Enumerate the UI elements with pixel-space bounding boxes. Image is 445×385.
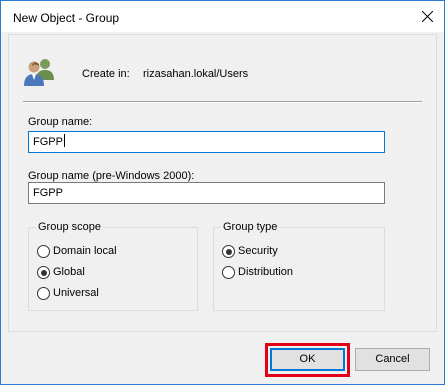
radio-button-selected[interactable] xyxy=(222,245,235,258)
create-in-path: rizasahan.lokal/Users xyxy=(143,68,249,80)
group-name-input[interactable]: FGPP xyxy=(28,131,385,153)
dialog-window: New Object - Group Create in: rizasahan.… xyxy=(0,0,445,385)
group-users-icon xyxy=(22,56,56,88)
window-title: New Object - Group xyxy=(13,11,120,25)
close-button[interactable] xyxy=(412,1,444,32)
cancel-button[interactable]: Cancel xyxy=(355,348,430,371)
group-name-pre2000-label: Group name (pre-Windows 2000): xyxy=(28,170,195,182)
group-name-label: Group name: xyxy=(28,116,93,128)
close-icon xyxy=(422,11,433,22)
group-name-pre2000-value: FGPP xyxy=(33,187,63,199)
radio-label: Distribution xyxy=(238,266,294,278)
radio-label: Global xyxy=(53,266,85,278)
radio-label: Security xyxy=(238,245,278,257)
group-type-box: Group type Security Distribution xyxy=(213,221,385,311)
radio-label: Universal xyxy=(53,287,99,299)
group-name-value: FGPP xyxy=(33,136,63,148)
ok-button[interactable]: OK xyxy=(270,348,345,371)
separator xyxy=(23,101,422,103)
radio-button[interactable] xyxy=(222,266,235,279)
group-scope-box: Group scope Domain local Global Universa… xyxy=(28,221,198,311)
create-in-label: Create in: xyxy=(82,68,130,80)
radio-button[interactable] xyxy=(37,287,50,300)
radio-button-selected[interactable] xyxy=(37,266,50,279)
radio-button[interactable] xyxy=(37,245,50,258)
radio-label: Domain local xyxy=(53,245,117,257)
group-scope-title: Group scope xyxy=(36,221,103,233)
text-caret xyxy=(63,134,65,147)
group-type-title: Group type xyxy=(221,221,280,233)
group-name-pre2000-input[interactable]: FGPP xyxy=(28,182,385,204)
title-bar: New Object - Group xyxy=(1,1,444,32)
